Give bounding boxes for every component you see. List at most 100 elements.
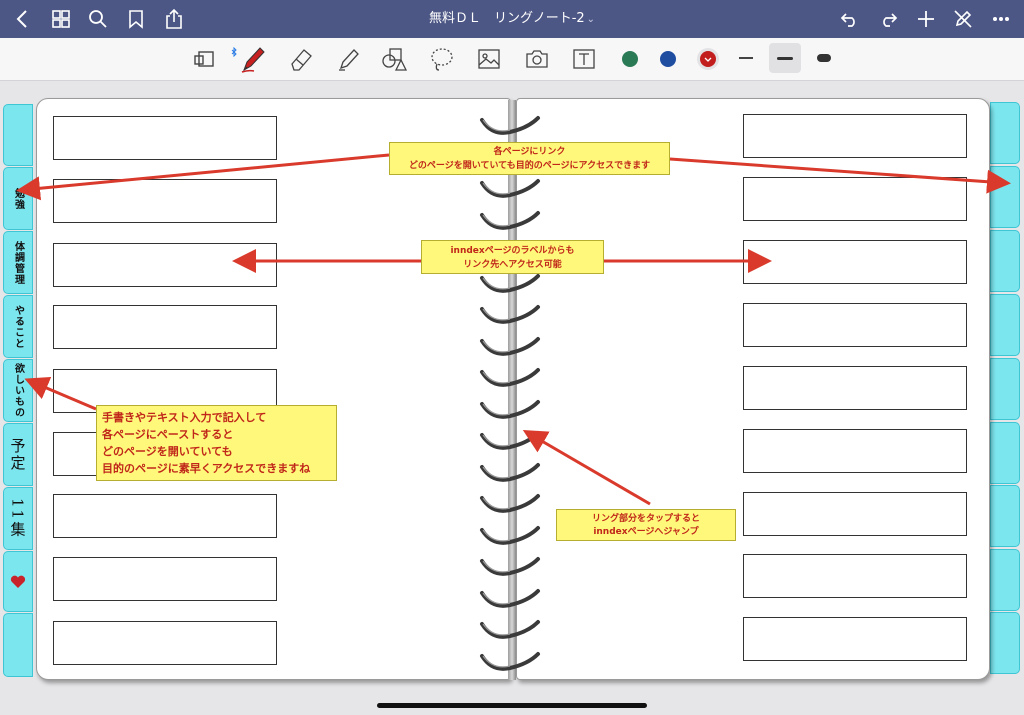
ring-coil[interactable] — [476, 553, 544, 583]
index-tab[interactable] — [990, 612, 1020, 674]
lasso-icon[interactable] — [426, 43, 458, 75]
ring-coil[interactable] — [476, 175, 544, 205]
index-label-box[interactable] — [743, 554, 967, 598]
index-tab-label-wrap — [4, 614, 32, 676]
index-label-box[interactable] — [53, 494, 277, 538]
grid-icon[interactable] — [46, 4, 76, 34]
index-tab[interactable] — [990, 230, 1020, 292]
note-line: リング部分をタップすると — [591, 514, 700, 524]
index-label-box[interactable] — [743, 429, 967, 473]
index-label-box[interactable] — [53, 116, 277, 160]
index-label-box[interactable] — [743, 303, 967, 347]
ring-coil[interactable] — [476, 396, 544, 426]
plus-icon[interactable] — [911, 4, 941, 34]
note-line: inndexページへジャンプ — [593, 527, 699, 537]
ring-coil[interactable] — [476, 301, 544, 331]
ring-coil[interactable] — [476, 616, 544, 646]
note-line: 手書きやテキスト入力で記入して — [102, 411, 267, 424]
pen-icon[interactable] — [237, 43, 269, 75]
index-label-box[interactable] — [743, 617, 967, 661]
index-tab[interactable]: 体調管理 — [3, 231, 33, 294]
ring-coil[interactable] — [476, 585, 544, 615]
index-tab[interactable] — [3, 104, 33, 166]
ring-coil[interactable] — [476, 648, 544, 678]
eraser-icon[interactable] — [285, 43, 317, 75]
index-label-box[interactable] — [53, 243, 277, 287]
pen-off-icon[interactable] — [948, 4, 978, 34]
undo-icon[interactable] — [835, 4, 865, 34]
index-label-box[interactable] — [743, 114, 967, 158]
index-tab[interactable] — [990, 294, 1020, 356]
color-green-swatch[interactable] — [622, 51, 638, 67]
share-icon[interactable] — [159, 4, 189, 34]
tool-bar — [0, 38, 1024, 81]
index-tab[interactable]: 11集 — [3, 487, 33, 550]
note-line: 各ページにペーストすると — [102, 428, 234, 441]
index-tab[interactable] — [3, 613, 33, 677]
index-label-box[interactable] — [743, 177, 967, 221]
index-tab[interactable] — [990, 102, 1020, 164]
note-index-label: inndexページのラベルからも リンク先へアクセス可能 — [421, 240, 604, 274]
index-label-box[interactable] — [53, 557, 277, 601]
index-tab-label: 予定 — [8, 437, 27, 472]
home-indicator[interactable] — [377, 703, 647, 708]
ring-coil[interactable] — [476, 333, 544, 363]
image-icon[interactable] — [473, 43, 505, 75]
color-blue-swatch[interactable] — [660, 51, 676, 67]
ring-coil[interactable] — [476, 459, 544, 489]
index-tab[interactable]: 予定 — [3, 423, 33, 486]
index-tab[interactable] — [3, 551, 33, 612]
index-tab[interactable]: やること — [3, 295, 33, 358]
read-only-icon[interactable] — [188, 43, 220, 75]
index-label-box[interactable] — [743, 366, 967, 410]
more-icon[interactable] — [986, 4, 1016, 34]
index-tab[interactable] — [990, 549, 1020, 611]
ring-coil[interactable] — [476, 490, 544, 520]
note-line: リンク先へアクセス可能 — [463, 260, 562, 270]
note-line: 各ページにリンク — [493, 147, 566, 157]
index-tab[interactable] — [990, 166, 1020, 228]
index-tab-label-wrap: やること — [4, 296, 32, 357]
index-label-box[interactable] — [743, 492, 967, 536]
index-tab-label: 欲しいもの — [12, 363, 24, 418]
index-tab[interactable]: 欲しいもの — [3, 359, 33, 422]
ring-coil[interactable] — [476, 270, 544, 300]
index-tab-label-wrap: 勉強 — [4, 168, 32, 229]
note-handwrite: 手書きやテキスト入力で記入して 各ページにペーストすると どのページを開いていて… — [96, 405, 337, 481]
redo-icon[interactable] — [873, 4, 903, 34]
index-tab[interactable] — [990, 422, 1020, 484]
document-title[interactable]: 無料ＤＬ リングノート-2 ⌄ — [312, 0, 712, 38]
ring-coil[interactable] — [476, 364, 544, 394]
index-tab[interactable]: 勉強 — [3, 167, 33, 230]
note-line: どのページを開いていても目的のページにアクセスできます — [408, 161, 651, 171]
note-line: どのページを開いていても — [102, 445, 233, 458]
ring-coil[interactable] — [476, 112, 544, 142]
heart-icon — [10, 575, 26, 588]
ring-coil[interactable] — [476, 427, 544, 457]
note-line: 目的のページに素早くアクセスできますね — [102, 462, 311, 475]
stroke-thick-option[interactable] — [808, 43, 840, 73]
textbox-icon[interactable] — [568, 43, 600, 75]
back-icon[interactable] — [8, 4, 38, 34]
stroke-medium-option[interactable] — [769, 43, 801, 73]
bookmark-icon[interactable] — [121, 4, 151, 34]
search-icon[interactable] — [83, 4, 113, 34]
index-tab[interactable] — [990, 485, 1020, 547]
index-tab-label-wrap: 体調管理 — [4, 232, 32, 293]
stroke-thin-option[interactable] — [730, 43, 762, 73]
note-link-each-page: 各ページにリンク どのページを開いていても目的のページにアクセスできます — [389, 142, 670, 175]
index-tab-label-wrap: 予定 — [4, 424, 32, 485]
chevron-down-icon — [704, 57, 712, 62]
index-tab[interactable] — [990, 358, 1020, 420]
index-label-box[interactable] — [53, 179, 277, 223]
ring-coil[interactable] — [476, 522, 544, 552]
highlighter-icon[interactable] — [333, 43, 365, 75]
index-label-box[interactable] — [743, 240, 967, 284]
color-red-swatch[interactable] — [700, 51, 716, 67]
index-label-box[interactable] — [53, 621, 277, 665]
index-label-box[interactable] — [53, 305, 277, 349]
ring-coil[interactable] — [476, 207, 544, 237]
note-line: inndexページのラベルからも — [450, 246, 575, 256]
shapes-icon[interactable] — [378, 43, 410, 75]
camera-icon[interactable] — [521, 43, 553, 75]
